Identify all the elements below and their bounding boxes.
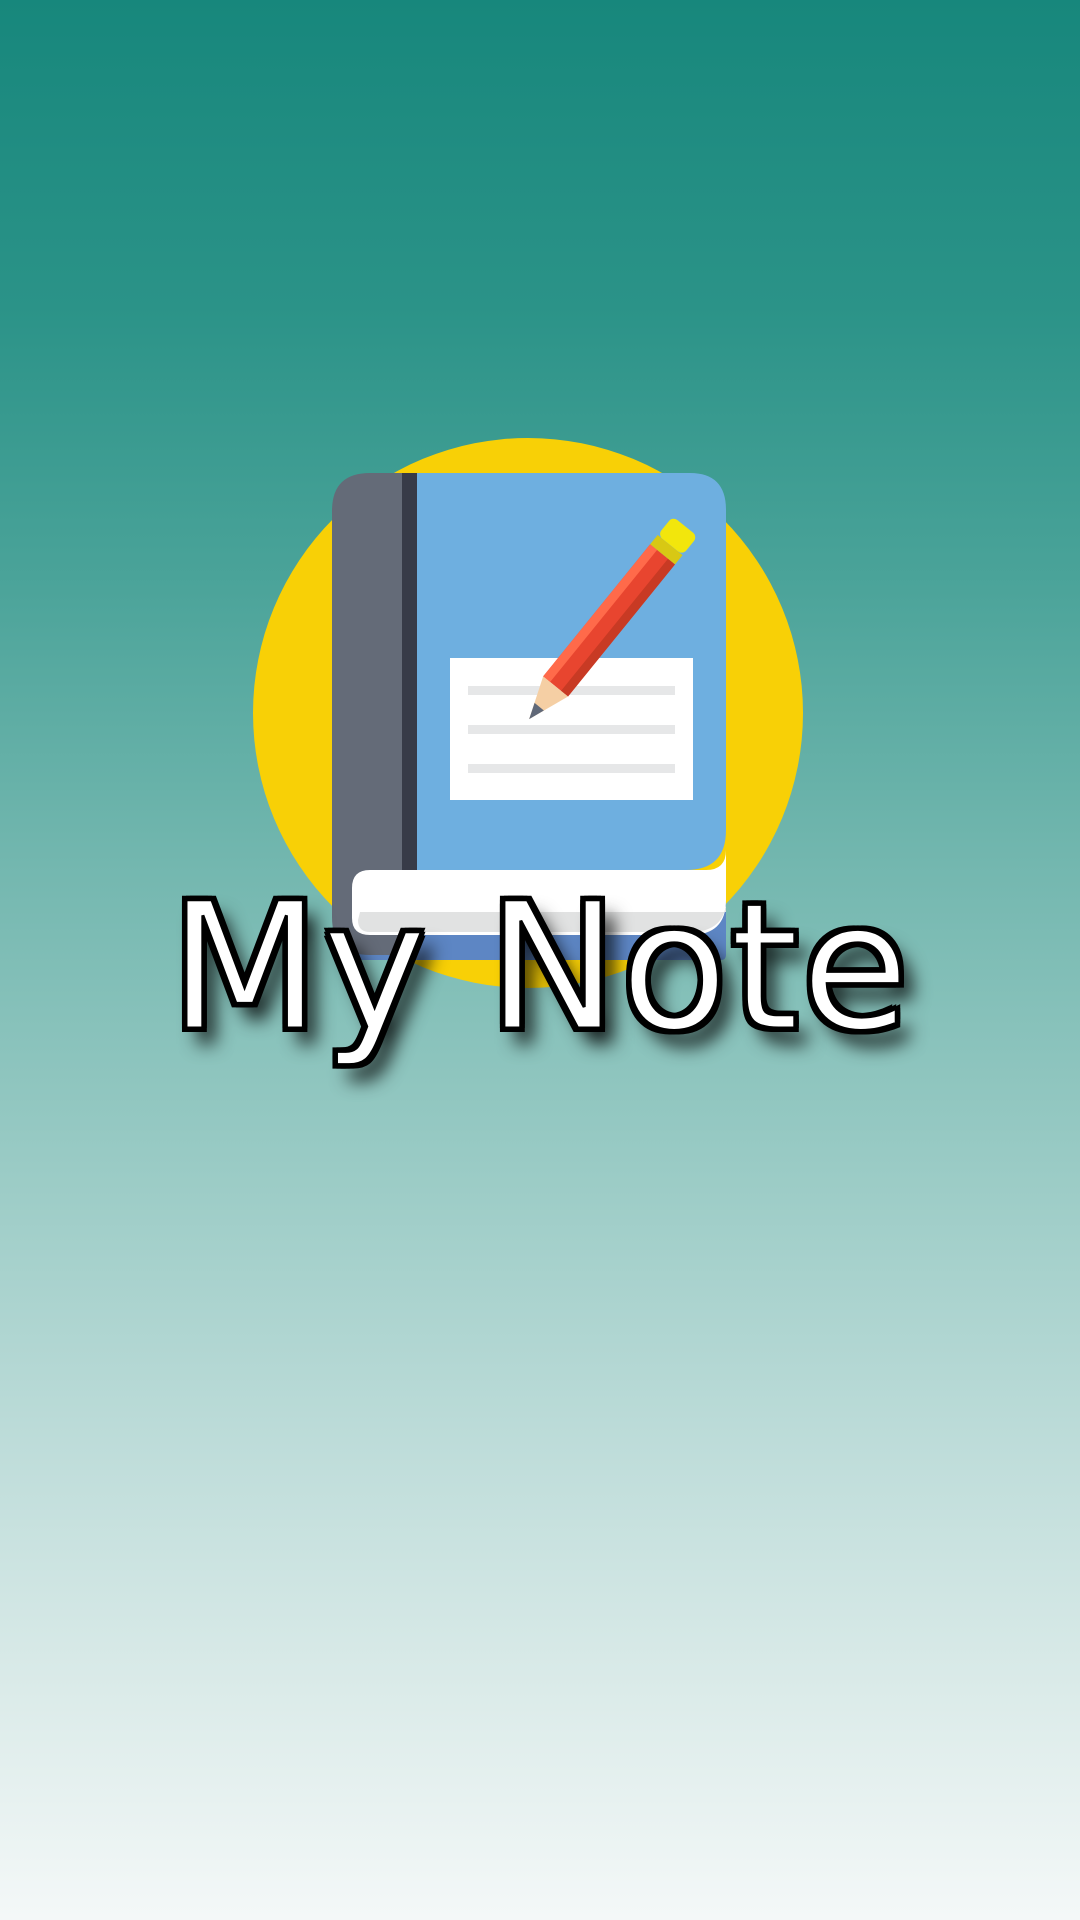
app-title: My Note: [167, 865, 912, 1070]
label-line: [468, 764, 675, 773]
label-line: [468, 725, 675, 734]
